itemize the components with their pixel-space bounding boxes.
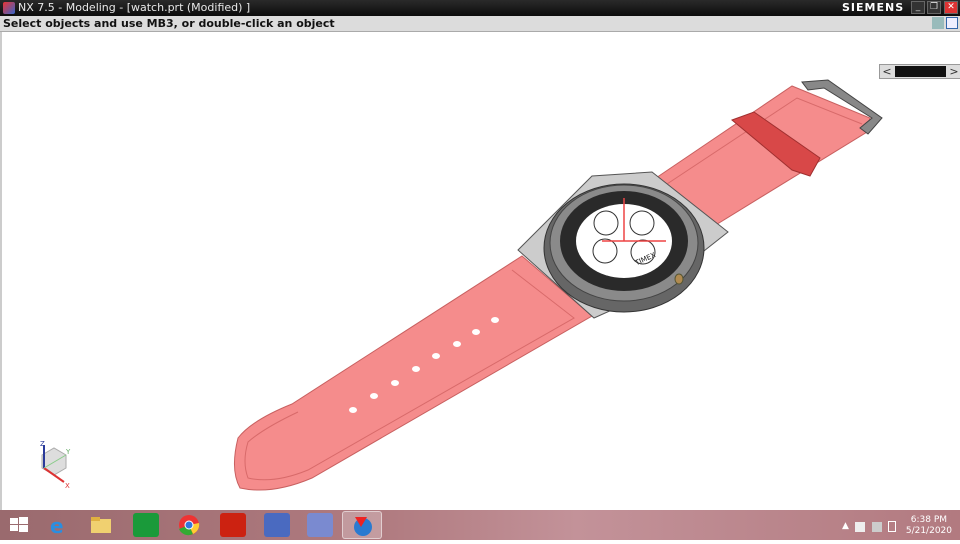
graphics-window[interactable]: TIMEX Z X Y < > (0, 32, 960, 510)
scroll-right-button[interactable]: > (947, 65, 960, 78)
subdial (592, 238, 618, 264)
nx-taskbar-button[interactable] (342, 511, 382, 539)
status-prompt: Select objects and use MB3, or double-cl… (3, 17, 335, 30)
file-explorer-icon[interactable] (88, 513, 114, 537)
full-screen-icon[interactable] (946, 17, 958, 29)
title-bar: NX 7.5 - Modeling - [watch.prt (Modified… (0, 0, 960, 16)
clock-time: 6:38 PM (910, 515, 948, 525)
power-icon[interactable] (888, 521, 896, 532)
watch-model[interactable]: TIMEX Z X Y (2, 32, 960, 510)
siemens-logo: SIEMENS (842, 1, 905, 14)
close-button[interactable]: ✕ (944, 1, 958, 14)
scroll-track[interactable] (895, 66, 946, 77)
strap-hole (432, 353, 440, 359)
media-app-icon[interactable] (264, 513, 290, 537)
selection-filter-icon[interactable] (932, 17, 944, 29)
strap-hole (370, 393, 378, 399)
strap-hole (453, 341, 461, 347)
strap-hole (391, 380, 399, 386)
utility-app-icon[interactable] (307, 513, 333, 537)
start-button[interactable] (6, 513, 32, 537)
taskbar: e ▲ 6:38 PM 5/21/2020 (0, 510, 960, 540)
strap-hole (472, 329, 480, 335)
x-label: X (65, 482, 70, 490)
action-center-flag-icon[interactable] (855, 522, 865, 532)
crown (674, 273, 684, 285)
network-icon[interactable] (872, 522, 882, 532)
strap-hole (412, 366, 420, 372)
svg-text:e: e (50, 514, 64, 537)
subdial (593, 210, 619, 236)
strap-hole (491, 317, 499, 323)
clock-date: 5/21/2020 (905, 526, 952, 536)
resource-scroller[interactable]: < > (879, 64, 960, 79)
tray-overflow-arrow[interactable]: ▲ (842, 521, 849, 531)
lower-strap (234, 255, 593, 491)
restore-button[interactable]: ❐ (927, 1, 941, 14)
status-bar: Select objects and use MB3, or double-cl… (0, 16, 960, 32)
scroll-left-button[interactable]: < (880, 65, 894, 78)
store-icon[interactable] (133, 513, 159, 537)
y-label: Y (65, 448, 71, 456)
subdial (629, 210, 655, 236)
view-triad: Z X Y (40, 440, 71, 490)
window-title: NX 7.5 - Modeling - [watch.prt (Modified… (18, 1, 251, 14)
chrome-icon[interactable] (176, 513, 202, 537)
z-label: Z (40, 440, 45, 448)
nx-app-icon (3, 2, 15, 14)
minimize-button[interactable]: _ (911, 1, 925, 14)
strap-hole (349, 407, 357, 413)
system-clock[interactable]: 6:38 PM 5/21/2020 (906, 515, 952, 537)
acrobat-icon[interactable] (220, 513, 246, 537)
internet-explorer-icon[interactable]: e (45, 513, 71, 538)
